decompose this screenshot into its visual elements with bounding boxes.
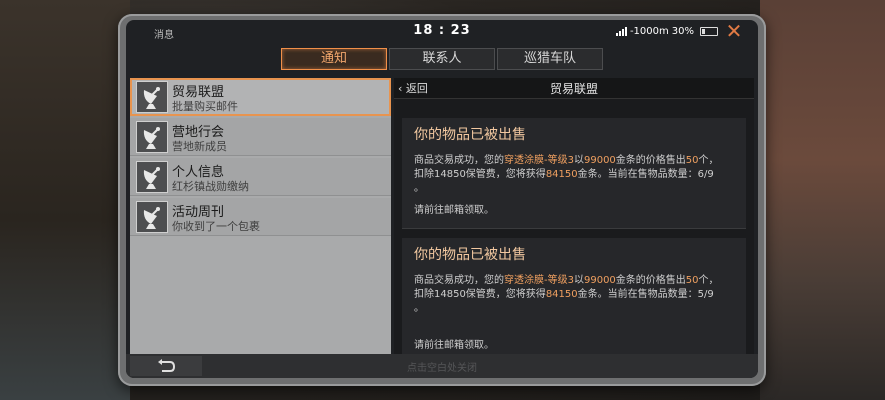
signal-icon	[615, 27, 627, 36]
close-hint[interactable]: 点击空白处关闭	[126, 359, 758, 374]
tab-bar: 通知 联系人 巡猎车队	[126, 48, 758, 70]
gain-value: 84150	[545, 289, 578, 300]
mail-item-subtitle: 批量购买邮件	[172, 100, 238, 113]
status-indicators: -1000m 30%	[615, 26, 718, 37]
tab-hunting-convoy[interactable]: 巡猎车队	[497, 48, 603, 70]
message-note: 请前往邮箱领取。	[414, 340, 494, 351]
satellite-dish-icon	[136, 201, 168, 233]
mail-item-camp-guild[interactable]: 营地行会 营地新成员	[130, 118, 391, 156]
mail-item-event-weekly[interactable]: 活动周刊 你收到了一个包裹	[130, 198, 391, 236]
price-value: 99000	[583, 275, 616, 286]
message-text: 金条。当前在售物品数量：6/9	[577, 169, 714, 180]
message-text: 金条。当前在售物品数量：5/9	[577, 289, 714, 300]
message-text: 。	[414, 303, 424, 314]
quantity-value: 50	[685, 155, 699, 166]
detail-title: 贸易联盟	[549, 82, 598, 96]
detail-header: ‹ 返回 贸易联盟	[394, 78, 754, 99]
item-name: 穿透涂膜-等级3	[504, 155, 574, 166]
message-text: 金条的价格售出	[615, 275, 686, 286]
close-icon: ✕	[725, 20, 743, 43]
mail-item-subtitle: 营地新成员	[172, 140, 227, 153]
gain-value: 84150	[545, 169, 578, 180]
tab-notifications[interactable]: 通知	[281, 48, 387, 70]
battery-label: 30%	[671, 26, 694, 37]
satellite-dish-icon	[136, 81, 168, 113]
message-text: 扣除14850保管费，您将获得	[414, 169, 546, 180]
mail-list: 贸易联盟 批量购买邮件 营地行会 营地新成员 个人信息 红杉镇战勋缴纳 活动周刊…	[130, 78, 391, 368]
mail-item-personal-info[interactable]: 个人信息 红杉镇战勋缴纳	[130, 158, 391, 196]
message-text: 商品交易成功，您的	[414, 155, 504, 166]
message-text: 以	[573, 155, 584, 166]
status-bar: 消息 18 : 23 -1000m 30% ✕	[126, 20, 758, 44]
network-label: -1000m	[629, 26, 669, 37]
message-body: 商品交易成功，您的穿透涂膜-等级3以99000金条的价格售出50个， 扣除1485…	[414, 154, 736, 196]
message-note: 请前往邮箱领取。	[414, 205, 494, 216]
background-right	[760, 0, 885, 400]
message-card: 你的物品已被出售 商品交易成功，您的穿透涂膜-等级3以99000金条的价格售出5…	[402, 238, 746, 359]
message-body: 商品交易成功，您的穿透涂膜-等级3以99000金条的价格售出50个， 扣除1485…	[414, 274, 736, 316]
message-title: 你的物品已被出售	[414, 247, 526, 263]
background-left	[0, 0, 130, 400]
message-text: 个，	[698, 155, 719, 166]
close-button[interactable]: ✕	[724, 21, 744, 41]
message-text: 金条的价格售出	[615, 155, 686, 166]
mail-item-trade-alliance[interactable]: 贸易联盟 批量购买邮件	[130, 78, 391, 116]
satellite-dish-icon	[136, 161, 168, 193]
message-text: 。	[414, 183, 424, 194]
tab-contacts[interactable]: 联系人	[389, 48, 495, 70]
battery-icon	[700, 27, 718, 36]
message-text: 以	[573, 275, 584, 286]
satellite-dish-icon	[136, 121, 168, 153]
message-text: 扣除14850保管费，您将获得	[414, 289, 546, 300]
message-text: 商品交易成功，您的	[414, 275, 504, 286]
message-card: 你的物品已被出售 商品交易成功，您的穿透涂膜-等级3以99000金条的价格售出5…	[402, 118, 746, 229]
quantity-value: 50	[685, 275, 699, 286]
mail-item-subtitle: 红杉镇战勋缴纳	[172, 180, 249, 193]
device-screen: 消息 18 : 23 -1000m 30% ✕ 通知 联系人 巡猎车队 贸易联盟…	[126, 20, 758, 378]
message-text: 个，	[698, 275, 719, 286]
mail-item-subtitle: 你收到了一个包裹	[172, 220, 260, 233]
message-title: 你的物品已被出售	[414, 127, 526, 143]
item-name: 穿透涂膜-等级3	[504, 275, 574, 286]
mail-detail-panel: ‹ 返回 贸易联盟 你的物品已被出售 商品交易成功，您的穿透涂膜-等级3以990…	[394, 78, 754, 368]
handheld-device-frame: 消息 18 : 23 -1000m 30% ✕ 通知 联系人 巡猎车队 贸易联盟…	[118, 14, 766, 386]
footer-bar: 点击空白处关闭	[126, 354, 758, 378]
price-value: 99000	[583, 155, 616, 166]
